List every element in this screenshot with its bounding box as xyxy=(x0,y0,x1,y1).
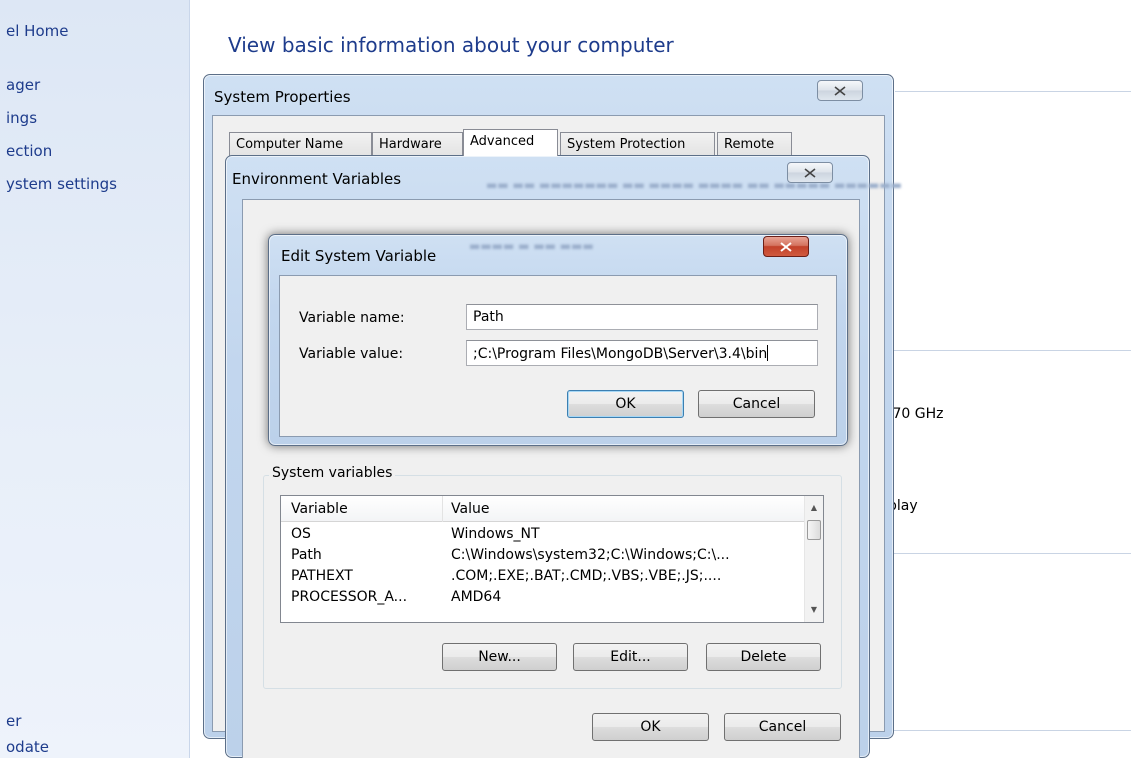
system-variables-label: System variables xyxy=(269,465,396,481)
variable-name-label: Variable name: xyxy=(299,310,405,326)
sidebar-item-windows-update[interactable]: odate xyxy=(6,738,49,756)
sidebar-item-device-manager[interactable]: ager xyxy=(6,76,40,94)
tab-hardware[interactable]: Hardware xyxy=(372,132,463,156)
variable-cell: PATHEXT xyxy=(291,568,353,584)
control-panel-sidebar: el Home ager ings ection ystem settings … xyxy=(0,0,190,758)
sidebar-item-system-protection[interactable]: ection xyxy=(6,142,52,160)
environment-variables-close-button[interactable] xyxy=(787,162,833,183)
variable-value-field[interactable]: ;C:\Program Files\MongoDB\Server\3.4\bin xyxy=(466,340,818,366)
close-icon xyxy=(834,85,846,96)
system-properties-close-button[interactable] xyxy=(817,80,863,101)
edit-dialog-client: Variable name: Path Variable value: ;C:\… xyxy=(279,275,837,437)
sidebar-item-action-center[interactable]: er xyxy=(6,712,21,730)
section-divider xyxy=(870,730,1131,731)
edit-dialog-title: Edit System Variable xyxy=(281,247,437,265)
edit-variable-button[interactable]: Edit... xyxy=(573,643,688,671)
scrollbar-thumb[interactable] xyxy=(807,520,821,540)
edit-ok-button[interactable]: OK xyxy=(567,390,684,418)
table-row[interactable]: PATHEXT .COM;.EXE;.BAT;.CMD;.VBS;.VBE;.J… xyxy=(281,566,806,587)
delete-variable-button[interactable]: Delete xyxy=(706,643,821,671)
value-cell: Windows_NT xyxy=(451,526,540,542)
blurred-background-text: ▬▬▬▬ ▬ ▬▬ ▬▬▬ xyxy=(469,239,594,253)
sidebar-item-remote-settings[interactable]: ings xyxy=(6,109,37,127)
tab-system-protection[interactable]: System Protection xyxy=(560,132,715,156)
close-icon xyxy=(780,241,792,252)
list-header: Variable Value xyxy=(281,496,806,522)
value-cell: AMD64 xyxy=(451,589,502,605)
edit-cancel-button[interactable]: Cancel xyxy=(698,390,815,418)
new-variable-button[interactable]: New... xyxy=(442,643,557,671)
text-cursor xyxy=(767,345,769,361)
section-divider xyxy=(895,91,1131,92)
system-variables-list[interactable]: Variable Value OS Windows_NT Path C:\Win… xyxy=(280,495,824,623)
variable-cell: OS xyxy=(291,526,311,542)
scroll-up-icon[interactable]: ▲ xyxy=(805,498,823,516)
edit-dialog-close-button[interactable] xyxy=(763,236,809,257)
value-cell: C:\Windows\system32;C:\Windows;C:\... xyxy=(451,547,730,563)
column-separator xyxy=(442,496,443,522)
tab-advanced[interactable]: Advanced xyxy=(463,129,558,156)
sidebar-item-control-panel-home[interactable]: el Home xyxy=(6,22,68,40)
edit-system-variable-dialog: Edit System Variable ▬▬▬▬ ▬ ▬▬ ▬▬▬ Varia… xyxy=(268,234,848,446)
environment-variables-title: Environment Variables xyxy=(232,170,402,188)
tab-remote[interactable]: Remote xyxy=(717,132,792,156)
env-cancel-button[interactable]: Cancel xyxy=(724,713,841,741)
variable-value-text: ;C:\Program Files\MongoDB\Server\3.4\bin xyxy=(473,346,768,362)
section-divider xyxy=(870,350,1131,351)
variable-cell: PROCESSOR_A... xyxy=(291,589,408,605)
variable-value-label: Variable value: xyxy=(299,346,404,362)
variable-name-field[interactable]: Path xyxy=(466,304,818,330)
processor-speed-text: .70 GHz xyxy=(888,406,944,422)
section-divider xyxy=(870,553,1131,554)
vertical-scrollbar[interactable]: ▲ ▼ xyxy=(804,496,823,622)
table-row[interactable]: OS Windows_NT xyxy=(281,524,806,545)
blurred-background-text: ▬▬ ▬▬ ▬▬▬▬▬▬▬ ▬▬ ▬▬▬▬ ▬▬▬▬ ▬▬ ▬▬▬▬▬ ▬▬▬▬… xyxy=(486,178,903,192)
column-header-variable[interactable]: Variable xyxy=(291,501,348,517)
tab-computer-name[interactable]: Computer Name xyxy=(229,132,372,156)
table-row[interactable]: Path C:\Windows\system32;C:\Windows;C:\.… xyxy=(281,545,806,566)
scroll-down-icon[interactable]: ▼ xyxy=(805,600,823,618)
close-icon xyxy=(804,167,816,178)
value-cell: .COM;.EXE;.BAT;.CMD;.VBS;.VBE;.JS;.... xyxy=(451,568,722,584)
system-properties-title: System Properties xyxy=(214,88,351,106)
page-title: View basic information about your comput… xyxy=(228,33,674,57)
column-header-value[interactable]: Value xyxy=(451,501,489,517)
variable-cell: Path xyxy=(291,547,322,563)
table-row[interactable]: PROCESSOR_A... AMD64 xyxy=(281,587,806,608)
env-ok-button[interactable]: OK xyxy=(592,713,709,741)
sidebar-item-advanced-system-settings[interactable]: ystem settings xyxy=(6,175,117,193)
